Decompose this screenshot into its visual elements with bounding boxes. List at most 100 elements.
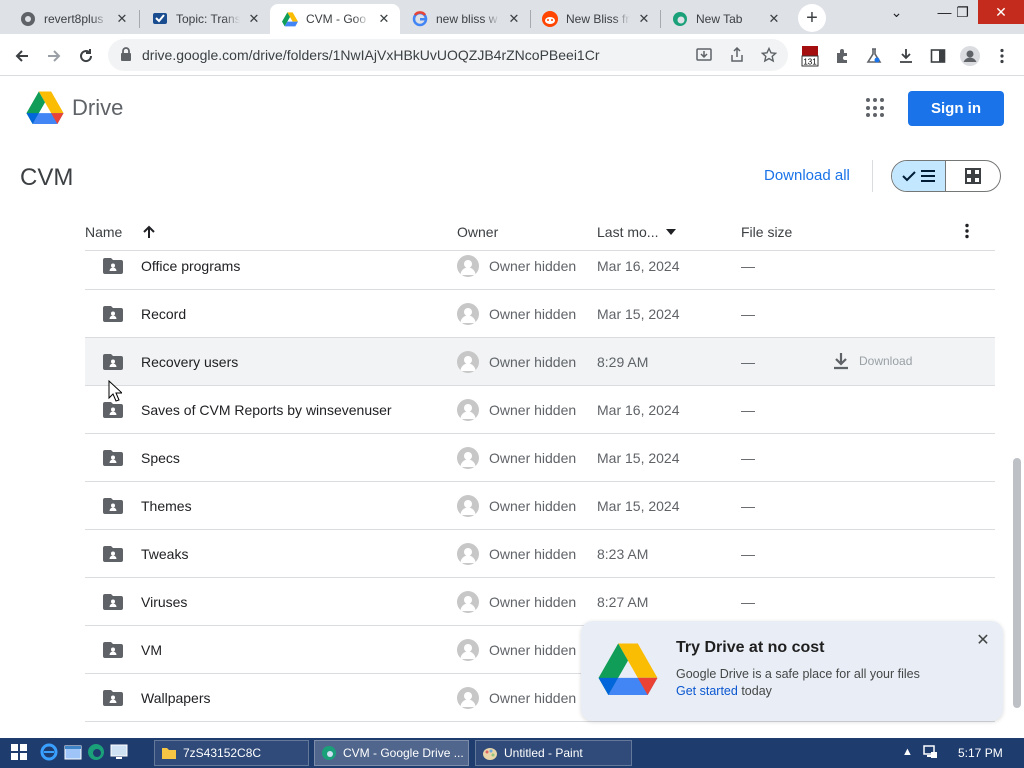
try-drive-promo: Try Drive at no cost Google Drive is a s… xyxy=(581,621,1003,721)
network-icon[interactable] xyxy=(922,744,938,763)
owner-text: Owner hidden xyxy=(489,642,577,658)
shared-folder-icon xyxy=(103,498,123,517)
profile-avatar-icon[interactable] xyxy=(956,42,984,70)
table-row[interactable]: Themes Owner hidden Mar 15, 2024 — xyxy=(85,482,995,530)
grid-view-button[interactable] xyxy=(946,161,1000,191)
taskbar-item-paint[interactable]: Untitled - Paint xyxy=(475,740,632,766)
taskbar-clock[interactable]: 5:17 PM xyxy=(958,746,1003,760)
column-options-more-icon[interactable] xyxy=(965,223,969,239)
get-started-link[interactable]: Get started xyxy=(676,684,738,698)
table-row[interactable]: Viruses Owner hidden 8:27 AM — xyxy=(85,578,995,626)
tab-search-icon[interactable]: ⌄ xyxy=(880,0,913,24)
tab-close-icon[interactable]: ✕ xyxy=(636,11,652,27)
promo-suffix: today xyxy=(737,684,772,698)
sort-dropdown-icon xyxy=(666,229,677,235)
new-tab-button[interactable]: + xyxy=(798,4,826,32)
column-header-owner[interactable]: Owner xyxy=(457,224,498,240)
tab-close-icon[interactable]: ✕ xyxy=(376,11,392,27)
shared-folder-icon xyxy=(103,690,123,709)
lock-icon[interactable] xyxy=(120,47,132,66)
address-bar[interactable]: drive.google.com/drive/folders/1NwIAjVxH… xyxy=(108,39,788,71)
restore-icon[interactable]: ❐ xyxy=(946,0,979,24)
download-all-button[interactable]: Download all xyxy=(764,167,850,184)
share-icon[interactable] xyxy=(727,45,747,65)
shared-folder-icon xyxy=(103,306,123,325)
tab-close-icon[interactable]: ✕ xyxy=(114,11,130,27)
extensions-puzzle-icon[interactable] xyxy=(828,42,856,70)
file-explorer-icon[interactable] xyxy=(64,743,82,761)
file-name: Recovery users xyxy=(141,354,239,370)
owner-avatar-icon xyxy=(457,303,479,325)
tab-new-bliss-reddit[interactable]: New Bliss fr ✕ xyxy=(530,4,660,34)
column-header-label: File size xyxy=(741,224,793,240)
table-row[interactable]: Specs Owner hidden Mar 15, 2024 — xyxy=(85,434,995,482)
tab-revert8plus[interactable]: revert8plus ✕ xyxy=(8,4,138,34)
list-view-button[interactable] xyxy=(892,161,947,191)
edge-icon[interactable] xyxy=(87,743,105,761)
scrollbar[interactable] xyxy=(1011,214,1021,718)
close-window-icon[interactable]: ✕ xyxy=(978,0,1024,24)
tab-close-icon[interactable]: ✕ xyxy=(246,11,262,27)
bookmark-star-icon[interactable] xyxy=(759,45,779,65)
install-app-icon[interactable] xyxy=(694,45,714,65)
row-download-button[interactable]: Download xyxy=(833,352,912,370)
taskbar-item-browser[interactable]: CVM - Google Drive ... xyxy=(314,740,469,766)
file-name: Themes xyxy=(141,498,192,514)
windows-taskbar: 7zS43152C8C CVM - Google Drive ... Untit… xyxy=(0,738,1024,768)
remote-desktop-icon[interactable] xyxy=(110,743,128,761)
tab-new-tab[interactable]: New Tab ✕ xyxy=(660,4,790,34)
tab-close-icon[interactable]: ✕ xyxy=(506,11,522,27)
owner-avatar-icon xyxy=(457,447,479,469)
downloads-icon[interactable] xyxy=(892,42,920,70)
owner-text: Owner hidden xyxy=(489,258,577,274)
table-row[interactable]: Tweaks Owner hidden 8:23 AM — xyxy=(85,530,995,578)
table-row[interactable]: Recovery users Owner hidden 8:29 AM — Do… xyxy=(85,338,995,386)
side-panel-icon[interactable] xyxy=(924,42,952,70)
column-header-last-modified[interactable]: Last mo... xyxy=(597,224,677,240)
sign-in-button[interactable]: Sign in xyxy=(908,91,1004,126)
google-drive-logo-icon[interactable] xyxy=(26,90,64,129)
extension-badge: 131 xyxy=(803,58,817,67)
tab-cvm-drive[interactable]: CVM - Goo ✕ xyxy=(270,4,400,34)
windows-start-icon[interactable] xyxy=(10,743,28,761)
close-icon[interactable]: ✕ xyxy=(975,633,991,649)
tab-topic[interactable]: Topic: Trans ✕ xyxy=(140,4,270,34)
show-hidden-icons-icon[interactable]: ▲ xyxy=(902,746,913,758)
table-row[interactable]: Office programs Owner hidden Mar 16, 202… xyxy=(85,242,995,290)
file-name: Saves of CVM Reports by winsevenuser xyxy=(141,402,392,418)
tab-new-bliss-google[interactable]: new bliss w ✕ xyxy=(400,4,530,34)
download-icon xyxy=(834,353,848,370)
column-header-file-size[interactable]: File size xyxy=(741,224,792,240)
scrollbar-thumb[interactable] xyxy=(1013,458,1021,708)
promo-title: Try Drive at no cost xyxy=(676,639,825,656)
google-apps-icon[interactable] xyxy=(866,98,886,118)
owner-text: Owner hidden xyxy=(489,546,577,562)
forum-favicon xyxy=(152,11,168,27)
google-favicon xyxy=(412,11,428,27)
file-name: Office programs xyxy=(141,258,241,274)
labs-flask-icon[interactable] xyxy=(860,42,888,70)
paint-icon xyxy=(483,748,497,760)
table-row[interactable]: Record Owner hidden Mar 15, 2024 — xyxy=(85,290,995,338)
owner-text: Owner hidden xyxy=(489,498,577,514)
column-header-name[interactable]: Name xyxy=(85,224,156,240)
owner-text: Owner hidden xyxy=(489,306,577,322)
forward-icon[interactable] xyxy=(40,42,68,70)
reload-icon[interactable] xyxy=(72,42,100,70)
internet-explorer-icon[interactable] xyxy=(40,743,58,761)
google-drive-favicon xyxy=(282,11,298,27)
browser-toolbar: drive.google.com/drive/folders/1NwIAjVxH… xyxy=(0,34,1024,76)
tab-close-icon[interactable]: ✕ xyxy=(766,11,782,27)
back-icon[interactable] xyxy=(8,42,36,70)
table-row[interactable]: Saves of CVM Reports by winsevenuser Own… xyxy=(85,386,995,434)
file-name: VM xyxy=(141,642,162,658)
taskbar-item-7zip[interactable]: 7zS43152C8C xyxy=(154,740,309,766)
browser-menu-icon[interactable] xyxy=(988,42,1016,70)
file-size: — xyxy=(741,354,755,370)
file-size: — xyxy=(741,402,755,418)
drive-brand-name[interactable]: Drive xyxy=(72,95,123,121)
extension-calendar-icon[interactable]: 131 xyxy=(796,42,824,70)
taskbar-item-label: Untitled - Paint xyxy=(504,746,583,760)
taskbar-item-label: CVM - Google Drive ... xyxy=(343,746,464,760)
file-name: Record xyxy=(141,306,187,322)
